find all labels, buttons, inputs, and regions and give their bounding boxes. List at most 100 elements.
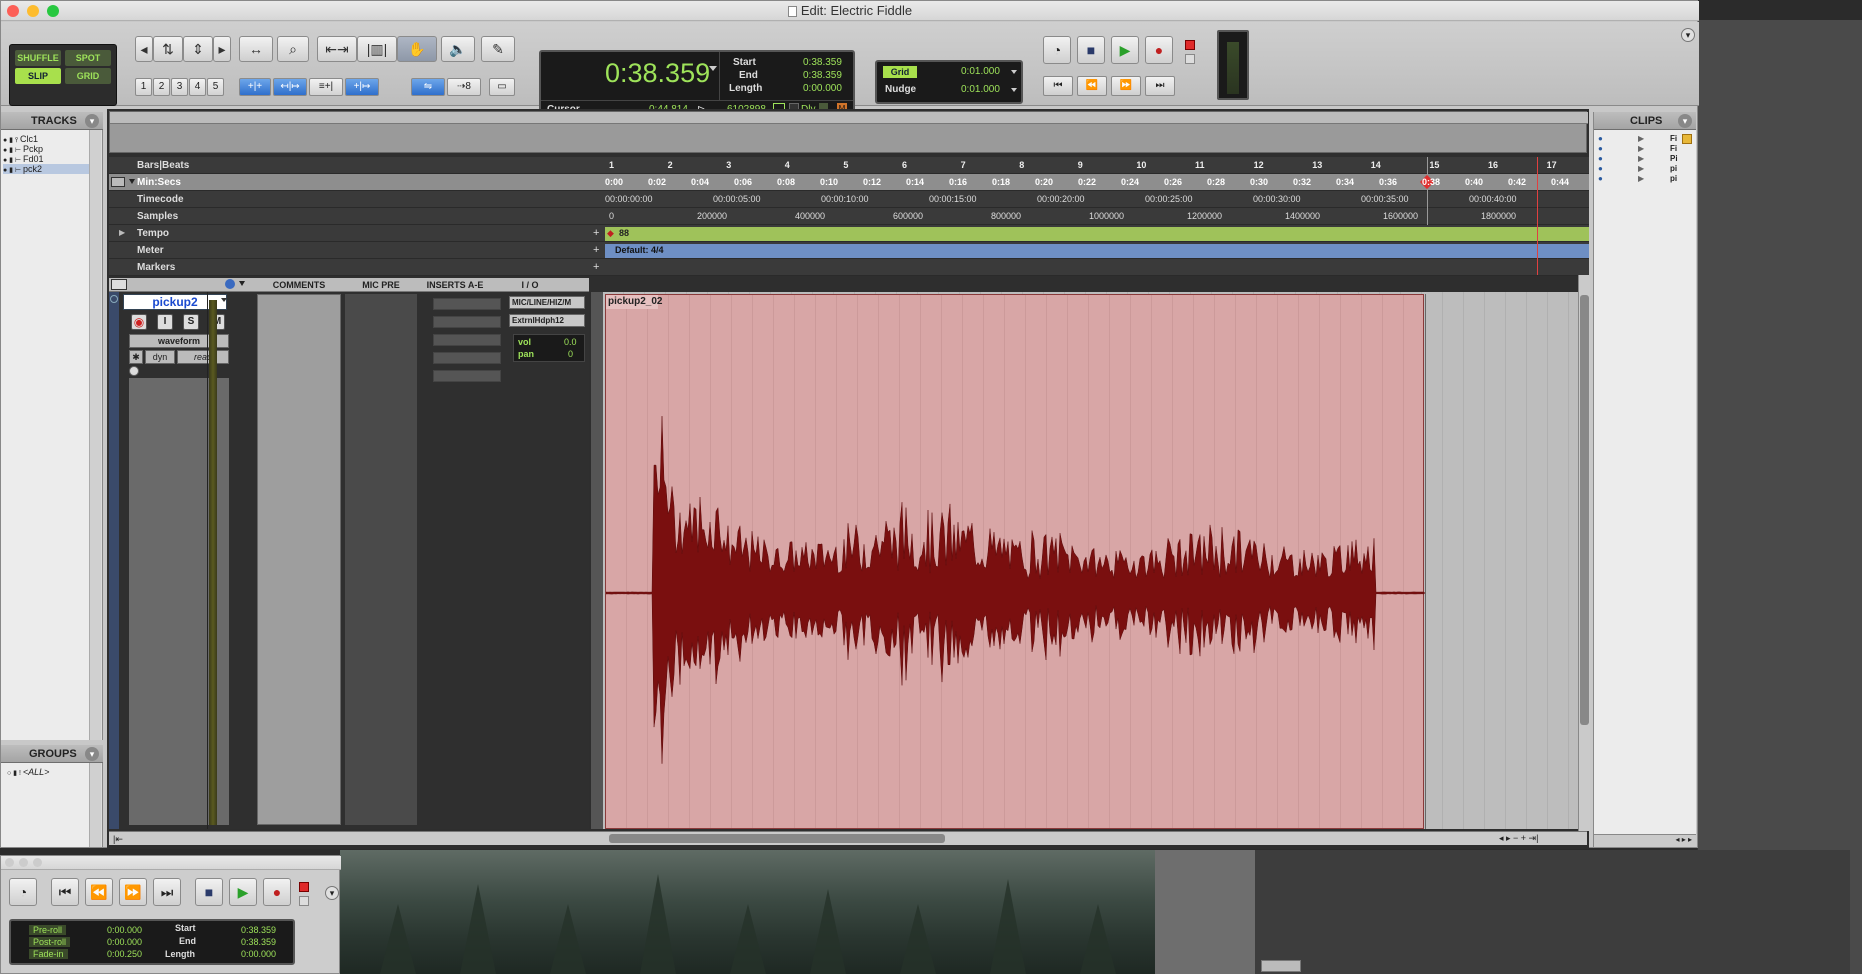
automation-mode-selector[interactable]: read [177, 350, 229, 364]
grid-mode-button[interactable]: GRID [65, 68, 111, 84]
meter-lane[interactable]: Default: 4/4 [605, 244, 1589, 258]
scrubber-tool-icon[interactable]: 🔈 [441, 36, 475, 62]
transport-rewind-icon[interactable]: ⏪ [85, 878, 113, 906]
input-monitor-button[interactable]: I [157, 314, 173, 330]
link-selection-icon[interactable]: ↤|↦ [273, 78, 307, 96]
transport-play-icon[interactable]: ▶ [229, 878, 257, 906]
postroll-value[interactable]: 0:00.000 [107, 937, 142, 947]
zoom-in-arrow-icon[interactable]: ▸ [213, 36, 231, 62]
mirror-midi-icon[interactable]: +|↦ [345, 78, 379, 96]
track-list-item[interactable]: ● ▮ ⊢ Pckp [3, 144, 99, 154]
markers-ruler[interactable]: Markers + [109, 259, 1589, 276]
zoom-preset-2[interactable]: 2 [153, 78, 170, 96]
track-list-item[interactable]: ● ▮ ⊢ Fd01 [3, 154, 99, 164]
output-selector[interactable]: ExtrnlHdph12 [509, 314, 585, 327]
zoom-preset-4[interactable]: 4 [189, 78, 206, 96]
grabber-tool-icon[interactable]: ✋ [397, 36, 437, 62]
toolbar-menu-icon[interactable]: ▾ [1681, 28, 1695, 42]
fast-forward-icon[interactable]: ⏩ [1111, 76, 1141, 96]
play-icon[interactable]: ▶ [1111, 36, 1139, 64]
markers-add-icon[interactable]: + [593, 261, 599, 273]
groups-menu-icon[interactable]: ▾ [85, 747, 99, 761]
rtz-icon[interactable]: ⏮ [1043, 76, 1073, 96]
record-icon[interactable]: ● [1145, 36, 1173, 64]
tracks-menu-icon[interactable]: ▾ [85, 114, 99, 128]
nudge-value[interactable]: 0:01.000 [961, 84, 1000, 95]
track-name-dropdown-icon[interactable] [221, 298, 227, 302]
spot-mode-button[interactable]: SPOT [65, 50, 111, 66]
transport-fast-forward-icon[interactable]: ⏩ [119, 878, 147, 906]
mic-pre-slot[interactable] [345, 294, 417, 825]
zoom-preset-5[interactable]: 5 [207, 78, 224, 96]
group-all-item[interactable]: ○ ▮ ! <ALL> [7, 767, 49, 777]
transport-close-button[interactable] [5, 858, 14, 867]
transport-online-icon[interactable]: ◔ [9, 878, 37, 906]
track-selection-strip[interactable] [109, 292, 119, 829]
timecode-ruler[interactable]: Timecode [109, 191, 1589, 208]
fadein-value[interactable]: 0:00.250 [107, 949, 142, 959]
pencil-tool-icon[interactable]: ✎ [481, 36, 515, 62]
clip-linking-icon[interactable]: ⇢8 [447, 78, 481, 96]
waveform-zoom-icon[interactable]: ⇅ [153, 36, 183, 62]
bottom-controls[interactable] [1261, 960, 1301, 972]
grid-value[interactable]: 0:01.000 [961, 66, 1000, 77]
online-icon[interactable]: ◔ [1043, 36, 1071, 64]
comments-field[interactable] [257, 294, 341, 825]
vol-value[interactable]: 0.0 [564, 337, 577, 347]
track-list-item-selected[interactable]: ● ▮ ⊢ pck2 [3, 164, 99, 174]
insert-slot[interactable] [433, 316, 501, 328]
record-enable-button[interactable]: ◉ [131, 314, 147, 330]
grid-label[interactable]: Grid [883, 66, 917, 78]
clip-list-items[interactable]: Fi Fi Pi pi pi [1670, 134, 1678, 184]
slip-mode-button[interactable]: SLIP [15, 68, 61, 84]
transport-record-icon[interactable]: ● [263, 878, 291, 906]
tempo-marker-icon[interactable]: ◆ [607, 228, 614, 239]
trim-tool-icon[interactable]: ⇤⇥ [317, 36, 357, 62]
bars-beats-ruler[interactable]: Bars|Beats [109, 157, 1589, 174]
input-selector[interactable]: MIC/LINE/HIZ/M [509, 296, 585, 309]
elastic-audio-icon[interactable]: ✱ [129, 350, 143, 364]
horizontal-scroll-thumb[interactable] [609, 834, 945, 843]
preroll-label[interactable]: Pre-roll [29, 925, 67, 935]
transport-zoom-button[interactable] [33, 858, 42, 867]
scroll-to-start-icon[interactable]: |⇤ [113, 834, 123, 845]
horizontal-scrollbar[interactable]: |⇤ ◂ ▸ − + ⇥| [109, 831, 1587, 845]
zoom-window-button[interactable] [47, 5, 59, 17]
shuffle-mode-button[interactable]: SHUFFLE [15, 50, 61, 66]
universe-overview[interactable] [109, 111, 1588, 153]
transport-minimize-button[interactable] [19, 858, 28, 867]
fadein-label[interactable]: Fade-in [29, 949, 68, 959]
insert-slot[interactable] [433, 334, 501, 346]
tempo-expand-icon[interactable]: ▶ [119, 228, 125, 237]
clip-list-item[interactable]: pi [1670, 164, 1678, 174]
tracks-scrollbar[interactable] [89, 130, 101, 740]
vertical-scroll-thumb[interactable] [1580, 295, 1589, 725]
nudge-dropdown-icon[interactable] [1011, 88, 1017, 92]
clip-list-item[interactable]: Pi [1670, 154, 1678, 164]
transport-end-icon[interactable]: ⏭ [153, 878, 181, 906]
clips-menu-icon[interactable]: ▾ [1678, 114, 1692, 128]
timebase-selector[interactable]: dyn [145, 350, 175, 364]
zoom-out-arrow-icon[interactable]: ◂ [135, 36, 153, 62]
vertical-zoom-icon[interactable]: ⇕ [183, 36, 213, 62]
insert-slot[interactable] [433, 370, 501, 382]
transport-record-arm-indicator[interactable] [299, 882, 309, 892]
link-track-icon[interactable]: ≡+| [309, 78, 343, 96]
clip-expand-icons[interactable]: ▶ ▶ ▶ ▶ ▶ [1638, 134, 1644, 184]
selector-tool-icon[interactable]: |▥| [357, 36, 397, 62]
min-secs-ruler[interactable]: Min:Secs [109, 174, 1589, 191]
postroll-label[interactable]: Post-roll [29, 937, 71, 947]
zoom-preset-3[interactable]: 3 [171, 78, 188, 96]
meter-add-icon[interactable]: + [593, 244, 599, 256]
pan-value[interactable]: 0 [568, 349, 573, 359]
transport-menu-icon[interactable]: ▾ [325, 886, 339, 900]
tempo-lane[interactable]: ◆ 88 [605, 227, 1589, 241]
edit-window-view-icon[interactable] [111, 279, 127, 290]
clip-list-item[interactable]: Fi [1670, 134, 1678, 144]
samples-ruler[interactable]: Samples [109, 208, 1589, 225]
tempo-add-icon[interactable]: + [593, 227, 599, 239]
counter-dropdown-icon[interactable] [709, 66, 717, 71]
transport-end-value[interactable]: 0:38.359 [241, 937, 276, 947]
transport-loop-indicator[interactable] [299, 896, 309, 906]
end-value[interactable]: 0:38.359 [803, 70, 842, 81]
